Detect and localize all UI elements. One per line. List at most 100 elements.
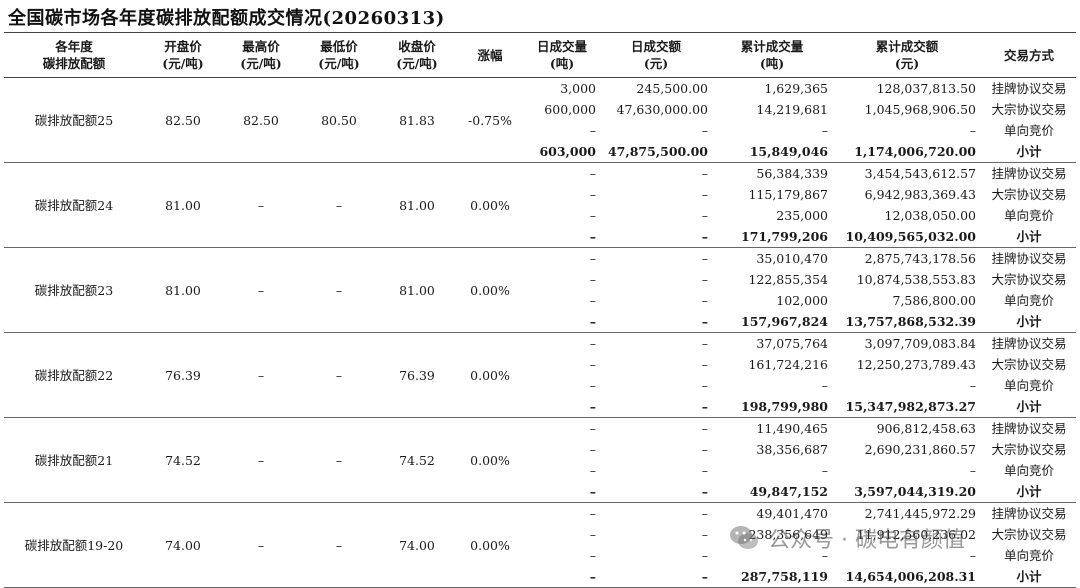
close-price-cell: 81.00 (378, 247, 456, 333)
daily-volume-cell: – (589, 272, 596, 287)
cum-volume-cell: 49,401,470 (756, 506, 828, 521)
daily-amount-cell: – (701, 272, 708, 287)
trade-method-cell: 大宗协议交易 (991, 357, 1067, 372)
table-header-row: 各年度 碳排放配额 开盘价 (元/吨) 最高价 (元/吨) 最低价 (元/吨) 收盘价(… (4, 32, 1076, 78)
daily-amount-cell: – (701, 463, 708, 478)
cum-volume-cell: 15,849,046 (712, 141, 832, 163)
table-row: 碳排放配额25 82.50 82.50 80.50 81.83 -0.75% 3,000 24… (4, 77, 1076, 163)
low-price-cell: – (300, 502, 378, 588)
daily-volume-cell: – (524, 226, 600, 248)
trade-method-cell: 小计 (982, 311, 1076, 333)
cum-amount-cell: 1,045,968,906.50 (864, 102, 976, 117)
low-price-cell: – (300, 332, 378, 418)
cum-amount-cell: – (969, 548, 976, 563)
header-high: 最高价 (元/吨) (222, 32, 300, 78)
trade-method-cell: 小计 (982, 396, 1076, 418)
daily-amount-cell: – (701, 378, 708, 393)
daily-volume-cell: 600,000 (544, 102, 596, 117)
open-price-cell: 82.50 (144, 77, 222, 163)
product-name-cell: 碳排放配额19-20 (4, 502, 144, 588)
cum-amount-cell: 10,409,565,032.00 (832, 226, 982, 248)
daily-volume-cell: – (589, 527, 596, 542)
cum-amount-cell: 3,454,543,612.57 (864, 166, 976, 181)
daily-amount-cell: – (600, 566, 712, 588)
cum-amount-cell: 10,874,538,553.83 (856, 272, 976, 287)
high-price-cell: – (222, 247, 300, 333)
cum-amount-cell: 13,757,868,532.39 (832, 311, 982, 333)
cum-volume-cell: 122,855,354 (748, 272, 828, 287)
daily-amount-cell: – (701, 166, 708, 181)
trade-method-cell: 大宗协议交易 (991, 102, 1067, 117)
header-open: 开盘价 (元/吨) (144, 32, 222, 78)
trade-method-cell: 大宗协议交易 (991, 442, 1067, 457)
cum-volume-cell: – (821, 123, 828, 138)
cum-amount-cell: – (969, 123, 976, 138)
close-price-cell: 81.83 (378, 77, 456, 163)
daily-amount-cell: 47,630,000.00 (616, 102, 708, 117)
daily-volume-cell: 3,000 (560, 81, 596, 96)
cum-volume-cell: 238,356,649 (748, 527, 828, 542)
daily-volume-cell: – (589, 208, 596, 223)
daily-amount-cell: 245,500.00 (636, 81, 708, 96)
cum-volume-cell: 56,384,339 (756, 166, 828, 181)
header-product: 各年度 碳排放配额 (4, 32, 144, 78)
open-price-cell: 81.00 (144, 247, 222, 333)
cum-volume-cell: – (821, 548, 828, 563)
table-row: 碳排放配额23 81.00– –81.00 0.00% – –35,010,470 2,87… (4, 247, 1076, 333)
trade-method-cell: 挂牌协议交易 (991, 166, 1067, 181)
daily-volume-cell: – (589, 251, 596, 266)
cum-amount-cell: 2,741,445,972.29 (864, 506, 976, 521)
table-row: 碳排放配额24 81.00– –81.00 0.00% – –56,384,339 3,45… (4, 162, 1076, 248)
header-close: 收盘价 (元/吨) (378, 32, 456, 78)
cum-volume-cell: 38,356,687 (756, 442, 828, 457)
cum-amount-cell: 12,038,050.00 (884, 208, 976, 223)
close-price-cell: 74.52 (378, 417, 456, 503)
carbon-quota-table: 各年度 碳排放配额 开盘价 (元/吨) 最高价 (元/吨) 最低价 (元/吨) 收盘价(… (4, 32, 1076, 588)
cum-volume-cell: – (821, 378, 828, 393)
open-price-cell: 81.00 (144, 162, 222, 248)
change-cell: -0.75% (456, 77, 524, 163)
cum-amount-cell: 3,097,709,083.84 (864, 336, 976, 351)
change-cell: 0.00% (456, 162, 524, 248)
trade-method-cell: 小计 (982, 481, 1076, 503)
daily-volume-cell: – (589, 357, 596, 372)
daily-amount-cell: – (701, 293, 708, 308)
daily-volume-cell: – (589, 442, 596, 457)
daily-volume-cell: – (524, 566, 600, 588)
daily-amount-cell: 47,875,500.00 (600, 141, 712, 163)
daily-volume-cell: – (589, 187, 596, 202)
cum-amount-cell: 7,586,800.00 (892, 293, 977, 308)
high-price-cell: 82.50 (222, 77, 300, 163)
header-method: 交易方式 (982, 32, 1076, 78)
daily-volume-cell: – (589, 123, 596, 138)
high-price-cell: – (222, 502, 300, 588)
low-price-cell: – (300, 162, 378, 248)
trade-method-cell: 小计 (982, 226, 1076, 248)
close-price-cell: 74.00 (378, 502, 456, 588)
header-cum-volume: 累计成交量 (吨) (712, 32, 832, 78)
daily-volume-cell: – (524, 311, 600, 333)
daily-volume-cell: – (524, 396, 600, 418)
low-price-cell: – (300, 247, 378, 333)
low-price-cell: 80.50 (300, 77, 378, 163)
daily-amount-cell: – (701, 123, 708, 138)
cum-volume-cell: 102,000 (776, 293, 828, 308)
trade-method-cell: 单向竞价 (1003, 293, 1054, 308)
trade-method-cell: 小计 (982, 566, 1076, 588)
cum-volume-cell: – (821, 463, 828, 478)
trade-method-cell: 挂牌协议交易 (991, 251, 1067, 266)
table-row: 碳排放配额19-20 74.00– –74.00 0.00% – –49,401,470 2… (4, 502, 1076, 588)
product-name-cell: 碳排放配额25 (4, 77, 144, 163)
change-cell: 0.00% (456, 247, 524, 333)
daily-amount-cell: – (701, 548, 708, 563)
cum-amount-cell: 12,250,273,789.43 (856, 357, 976, 372)
daily-amount-cell: – (701, 208, 708, 223)
trade-method-cell: 大宗协议交易 (991, 187, 1067, 202)
daily-amount-cell: – (701, 357, 708, 372)
cum-amount-cell: 15,347,982,873.27 (832, 396, 982, 418)
high-price-cell: – (222, 162, 300, 248)
trade-method-cell: 大宗协议交易 (991, 527, 1067, 542)
daily-amount-cell: – (701, 442, 708, 457)
cum-amount-cell: – (969, 463, 976, 478)
trade-method-cell: 单向竞价 (1003, 208, 1054, 223)
